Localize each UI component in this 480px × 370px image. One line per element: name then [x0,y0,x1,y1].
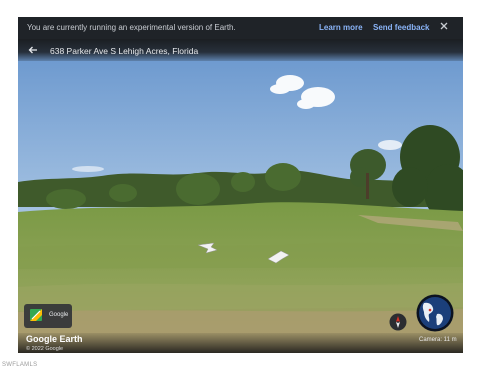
compass-icon[interactable] [389,313,407,331]
back-arrow-icon[interactable] [27,44,39,56]
google-earth-logo: Google Earth [26,334,83,344]
send-feedback-link[interactable]: Send feedback [373,23,429,32]
banner-message: You are currently running an experimenta… [27,23,236,32]
map-layers-icon [30,309,42,321]
experimental-banner: You are currently running an experimenta… [18,17,463,39]
copyright-text: © 2022 Google [26,346,64,352]
location-address: 638 Parker Ave S Lehigh Acres, Florida [50,46,199,56]
street-view-image[interactable] [18,17,463,353]
earth-viewport[interactable]: You are currently running an experimenta… [18,17,463,353]
close-icon[interactable] [438,20,450,32]
learn-more-link[interactable]: Learn more [319,23,363,32]
map-layers-button[interactable]: Google [24,304,72,328]
map-layers-label: Google [49,312,69,318]
watermark: SWFLAMLS [2,362,38,368]
viewer-footer [18,333,463,353]
globe-icon[interactable] [416,294,454,332]
camera-altitude: Camera: 11 m [419,337,457,343]
location-titlebar: 638 Parker Ave S Lehigh Acres, Florida [18,39,463,61]
